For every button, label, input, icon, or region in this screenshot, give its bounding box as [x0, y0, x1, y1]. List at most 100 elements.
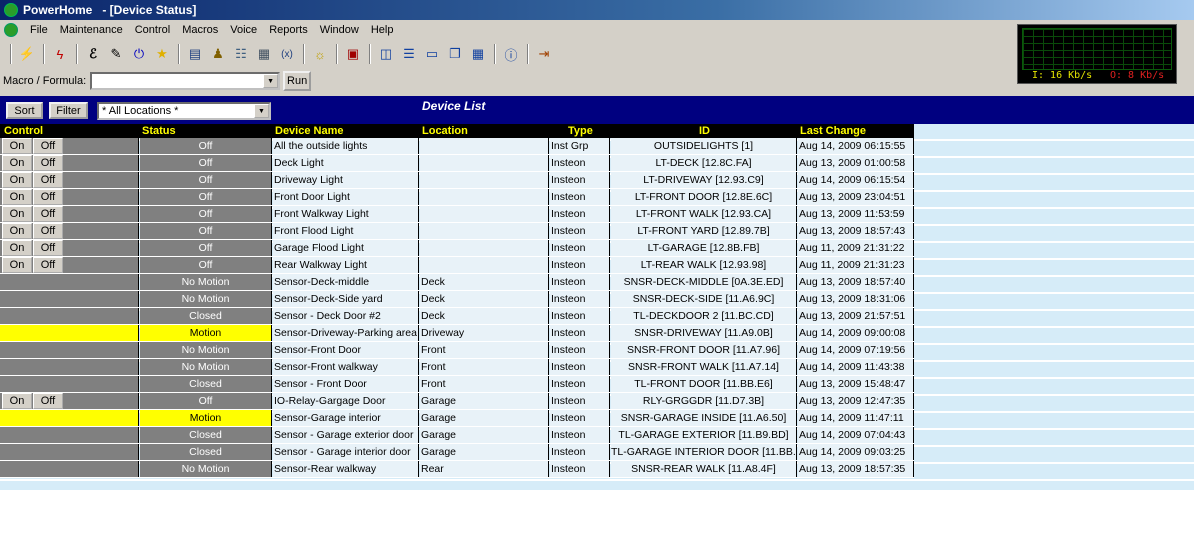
run-button[interactable]: Run — [283, 71, 312, 91]
lightbulb-icon[interactable]: ☼ — [309, 43, 331, 65]
location-cell — [420, 172, 549, 188]
cascade-icon[interactable]: ❐ — [444, 43, 466, 65]
col-id[interactable]: ID — [699, 124, 710, 138]
menu-maintenance[interactable]: Maintenance — [54, 24, 129, 36]
calendar-icon[interactable]: ▣ — [342, 43, 364, 65]
on-button[interactable]: On — [2, 155, 32, 171]
table-row[interactable]: On Off Off Garage Flood Light Insteon LT-GARA… — [0, 240, 914, 257]
off-button[interactable]: Off — [33, 155, 63, 171]
on-button[interactable]: On — [2, 206, 32, 222]
table-row[interactable]: On Off Off Driveway Light Insteon LT-DRIVEWAY… — [0, 172, 914, 189]
menu-file[interactable]: File — [24, 24, 54, 36]
variable-icon[interactable]: (x) — [276, 43, 298, 65]
col-control[interactable]: Control — [4, 124, 43, 138]
status-cell: Off — [140, 189, 272, 205]
off-button[interactable]: Off — [33, 172, 63, 188]
column-headers: Control Status Device Name Location Type… — [0, 124, 914, 138]
power-icon[interactable]: ⏻ — [128, 43, 150, 65]
off-button[interactable]: Off — [33, 257, 63, 273]
table-row[interactable]: No Motion Sensor-Deck-Side yard Deck Insteo… — [0, 291, 914, 308]
macro-formula-value — [92, 75, 95, 87]
table-row[interactable]: On Off Off Front Door Light Insteon LT-FRONT … — [0, 189, 914, 206]
people-icon[interactable]: ♟ — [207, 43, 229, 65]
table-row[interactable]: On Off Off Front Walkway Light Insteon LT-FRO… — [0, 206, 914, 223]
control-cell: On Off — [0, 189, 139, 205]
table-row[interactable]: Motion Sensor-Garage interior Garage Insteo… — [0, 410, 914, 427]
on-button[interactable]: On — [2, 189, 32, 205]
sort-button[interactable]: Sort — [6, 102, 43, 119]
off-button[interactable]: Off — [33, 138, 63, 154]
tile-horizontal-icon[interactable]: ☰ — [398, 43, 420, 65]
table-row[interactable]: Closed Sensor - Deck Door #2 Deck Insteon TL… — [0, 308, 914, 325]
table-row[interactable]: No Motion Sensor-Deck-middle Deck Insteon SN… — [0, 274, 914, 291]
status-cell: Off — [140, 138, 272, 154]
menu-help[interactable]: Help — [365, 24, 400, 36]
menu-window[interactable]: Window — [314, 24, 365, 36]
col-device-name[interactable]: Device Name — [275, 124, 344, 138]
col-type[interactable]: Type — [568, 124, 593, 138]
on-button[interactable]: On — [2, 240, 32, 256]
table-row[interactable]: No Motion Sensor-Rear walkway Rear Insteon S… — [0, 461, 914, 478]
table-row[interactable]: On Off Off Rear Walkway Light Insteon LT-REAR… — [0, 257, 914, 274]
table-row[interactable]: No Motion Sensor-Front Door Front Insteon SN… — [0, 342, 914, 359]
table-row[interactable]: On Off Off Front Flood Light Insteon LT-FRONT… — [0, 223, 914, 240]
last-change-cell: Aug 14, 2009 06:15:54 — [798, 172, 914, 188]
off-button[interactable]: Off — [33, 223, 63, 239]
id-cell: TL-GARAGE INTERIOR DOOR [11.BB.EA] — [611, 444, 797, 460]
menu-macros[interactable]: Macros — [176, 24, 224, 36]
table-row[interactable]: Closed Sensor - Front Door Front Insteon TL-… — [0, 376, 914, 393]
schedule-icon[interactable]: ☷ — [230, 43, 252, 65]
chevron-down-icon[interactable]: ▼ — [263, 74, 279, 88]
flash-icon[interactable]: ϟ — [49, 43, 71, 65]
pen-icon[interactable]: ✎ — [105, 43, 127, 65]
chevron-down-icon[interactable]: ▼ — [254, 104, 269, 118]
off-button[interactable]: Off — [33, 189, 63, 205]
on-button[interactable]: On — [2, 223, 32, 239]
on-button[interactable]: On — [2, 257, 32, 273]
table-row[interactable]: Closed Sensor - Garage exterior door Garag… — [0, 427, 914, 444]
table-row[interactable]: On Off Off IO-Relay-Gargage Door Garage Inste… — [0, 393, 914, 410]
on-button[interactable]: On — [2, 172, 32, 188]
table-row[interactable]: On Off Off Deck Light Insteon LT-DECK [12.8C.… — [0, 155, 914, 172]
device-name-cell: All the outside lights — [273, 138, 419, 154]
on-button[interactable]: On — [2, 138, 32, 154]
grid-icon[interactable]: ▦ — [467, 43, 489, 65]
table-row[interactable]: Closed Sensor - Garage interior door Garag… — [0, 444, 914, 461]
col-last-change[interactable]: Last Change — [800, 124, 866, 138]
location-filter-combo[interactable]: * All Locations * ▼ — [97, 102, 271, 120]
type-cell: Insteon — [550, 308, 610, 324]
edit-formula-icon[interactable]: ℰ — [82, 43, 104, 65]
menu-reports[interactable]: Reports — [263, 24, 314, 36]
col-location[interactable]: Location — [422, 124, 468, 138]
control-cell — [0, 325, 139, 341]
lightning-icon[interactable]: ⚡ — [16, 43, 38, 65]
filter-button[interactable]: Filter — [49, 102, 88, 119]
last-change-cell: Aug 14, 2009 11:43:38 — [798, 359, 914, 375]
type-cell: Insteon — [550, 240, 610, 256]
off-button[interactable]: Off — [33, 206, 63, 222]
device-name-cell: Sensor-Rear walkway — [273, 461, 419, 477]
last-change-cell: Aug 14, 2009 11:47:11 — [798, 410, 914, 426]
macro-formula-combo[interactable]: ▼ — [90, 72, 281, 90]
list-icon[interactable]: ▤ — [184, 43, 206, 65]
id-cell: SNSR-DRIVEWAY [11.A9.0B] — [611, 325, 797, 341]
on-button[interactable]: On — [2, 393, 32, 409]
help-icon[interactable]: ⓘ — [500, 43, 522, 65]
window-icon[interactable]: ▭ — [421, 43, 443, 65]
off-button[interactable]: Off — [33, 240, 63, 256]
table-row[interactable]: No Motion Sensor-Front walkway Front Insteo… — [0, 359, 914, 376]
table-row[interactable]: Motion Sensor-Driveway-Parking area Drivew… — [0, 325, 914, 342]
network-in-rate: I: 16 Kb/s — [1032, 70, 1093, 81]
off-button[interactable]: Off — [33, 393, 63, 409]
menu-control[interactable]: Control — [129, 24, 176, 36]
document-icon[interactable] — [4, 23, 18, 37]
tile-vertical-icon[interactable]: ◫ — [375, 43, 397, 65]
col-status[interactable]: Status — [142, 124, 176, 138]
menu-voice[interactable]: Voice — [224, 24, 263, 36]
exit-icon[interactable]: ⇥ — [533, 43, 555, 65]
report-icon[interactable]: ▦ — [253, 43, 275, 65]
table-row[interactable]: On Off Off All the outside lights Inst Grp OU… — [0, 138, 914, 155]
toolbar-separator — [303, 44, 305, 64]
id-cell: LT-GARAGE [12.8B.FB] — [611, 240, 797, 256]
star-icon[interactable]: ★ — [151, 43, 173, 65]
